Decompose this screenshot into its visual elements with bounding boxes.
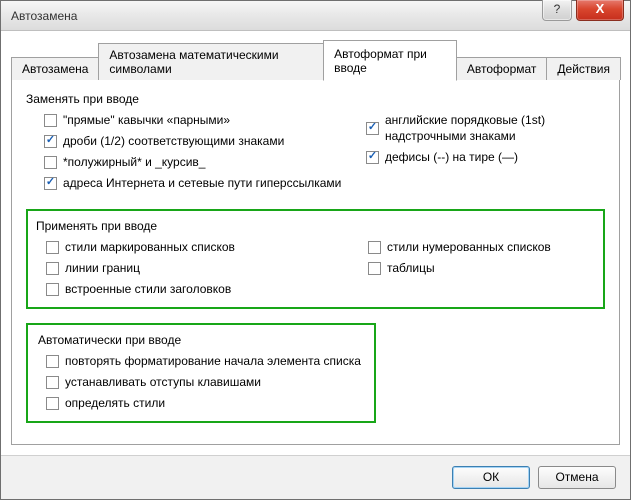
cb-label: "прямые" кавычки «парными» <box>63 112 230 128</box>
checkbox-icon <box>44 156 57 169</box>
checkbox-icon <box>46 262 59 275</box>
content-area: Автозамена Автозамена математическими си… <box>1 31 630 455</box>
tab-actions[interactable]: Действия <box>546 57 621 80</box>
tab-math-autoreplace[interactable]: Автозамена математическими символами <box>98 43 324 80</box>
checkbox-icon <box>366 122 379 135</box>
checkbox-icon <box>368 262 381 275</box>
tab-strip: Автозамена Автозамена математическими си… <box>11 39 620 80</box>
cb-label: линии границ <box>65 260 140 276</box>
cb-repeat-formatting[interactable]: повторять форматирование начала элемента… <box>46 353 364 369</box>
cb-ordinals[interactable]: английские порядковые (1st) надстрочными… <box>366 112 605 144</box>
checkbox-icon <box>46 397 59 410</box>
tab-autoformat-typing[interactable]: Автоформат при вводе <box>323 40 457 81</box>
checkbox-icon <box>366 151 379 164</box>
cb-label: повторять форматирование начала элемента… <box>65 353 361 369</box>
tab-autoreplace[interactable]: Автозамена <box>11 57 99 80</box>
cb-label: *полужирный* и _курсив_ <box>63 154 205 170</box>
cb-label: устанавливать отступы клавишами <box>65 374 261 390</box>
cb-label: встроенные стили заголовков <box>65 281 231 297</box>
cancel-button[interactable]: Отмена <box>538 466 616 489</box>
cb-label: дефисы (--) на тире (—) <box>385 149 518 165</box>
cb-border-lines[interactable]: линии границ <box>46 260 368 276</box>
dialog-footer: ОК Отмена <box>1 455 630 499</box>
cb-straight-quotes[interactable]: "прямые" кавычки «парными» <box>44 112 366 128</box>
tab-panel: Заменять при вводе "прямые" кавычки «пар… <box>11 79 620 445</box>
cb-label: стили маркированных списков <box>65 239 235 255</box>
ok-button[interactable]: ОК <box>452 466 530 489</box>
cb-bold-italic[interactable]: *полужирный* и _курсив_ <box>44 154 366 170</box>
checkbox-icon <box>44 135 57 148</box>
cb-hyperlinks[interactable]: адреса Интернета и сетевые пути гиперссы… <box>44 175 366 191</box>
checkbox-icon <box>46 376 59 389</box>
cb-set-indents[interactable]: устанавливать отступы клавишами <box>46 374 364 390</box>
cb-fractions[interactable]: дроби (1/2) соответствующими знаками <box>44 133 366 149</box>
cb-tables[interactable]: таблицы <box>368 260 593 276</box>
cb-heading-styles[interactable]: встроенные стили заголовков <box>46 281 368 297</box>
checkbox-icon <box>44 177 57 190</box>
cb-label: адреса Интернета и сетевые пути гиперссы… <box>63 175 341 191</box>
checkbox-icon <box>46 241 59 254</box>
checkbox-icon <box>46 355 59 368</box>
apply-group: Применять при вводе стили маркированных … <box>26 209 605 309</box>
auto-section-title: Автоматически при вводе <box>38 333 364 347</box>
checkbox-icon <box>44 114 57 127</box>
help-button[interactable]: ? <box>542 0 572 21</box>
replace-grid: "прямые" кавычки «парными» дроби (1/2) с… <box>26 112 605 191</box>
cb-label: определять стили <box>65 395 165 411</box>
dialog-window: Автозамена ? X Автозамена Автозамена мат… <box>0 0 631 500</box>
window-title: Автозамена <box>11 9 77 23</box>
cb-numbered-styles[interactable]: стили нумерованных списков <box>368 239 593 255</box>
cb-hyphens[interactable]: дефисы (--) на тире (—) <box>366 149 605 165</box>
tab-autoformat[interactable]: Автоформат <box>456 57 548 80</box>
apply-section-title: Применять при вводе <box>36 219 593 233</box>
cb-define-styles[interactable]: определять стили <box>46 395 364 411</box>
cb-label: английские порядковые (1st) надстрочными… <box>385 112 605 144</box>
titlebar: Автозамена ? X <box>1 1 630 31</box>
close-button[interactable]: X <box>576 0 624 21</box>
cb-bullet-styles[interactable]: стили маркированных списков <box>46 239 368 255</box>
cb-label: стили нумерованных списков <box>387 239 551 255</box>
cb-label: таблицы <box>387 260 435 276</box>
checkbox-icon <box>46 283 59 296</box>
auto-group: Автоматически при вводе повторять формат… <box>26 323 376 423</box>
cb-label: дроби (1/2) соответствующими знаками <box>63 133 284 149</box>
replace-section-title: Заменять при вводе <box>26 92 605 106</box>
checkbox-icon <box>368 241 381 254</box>
